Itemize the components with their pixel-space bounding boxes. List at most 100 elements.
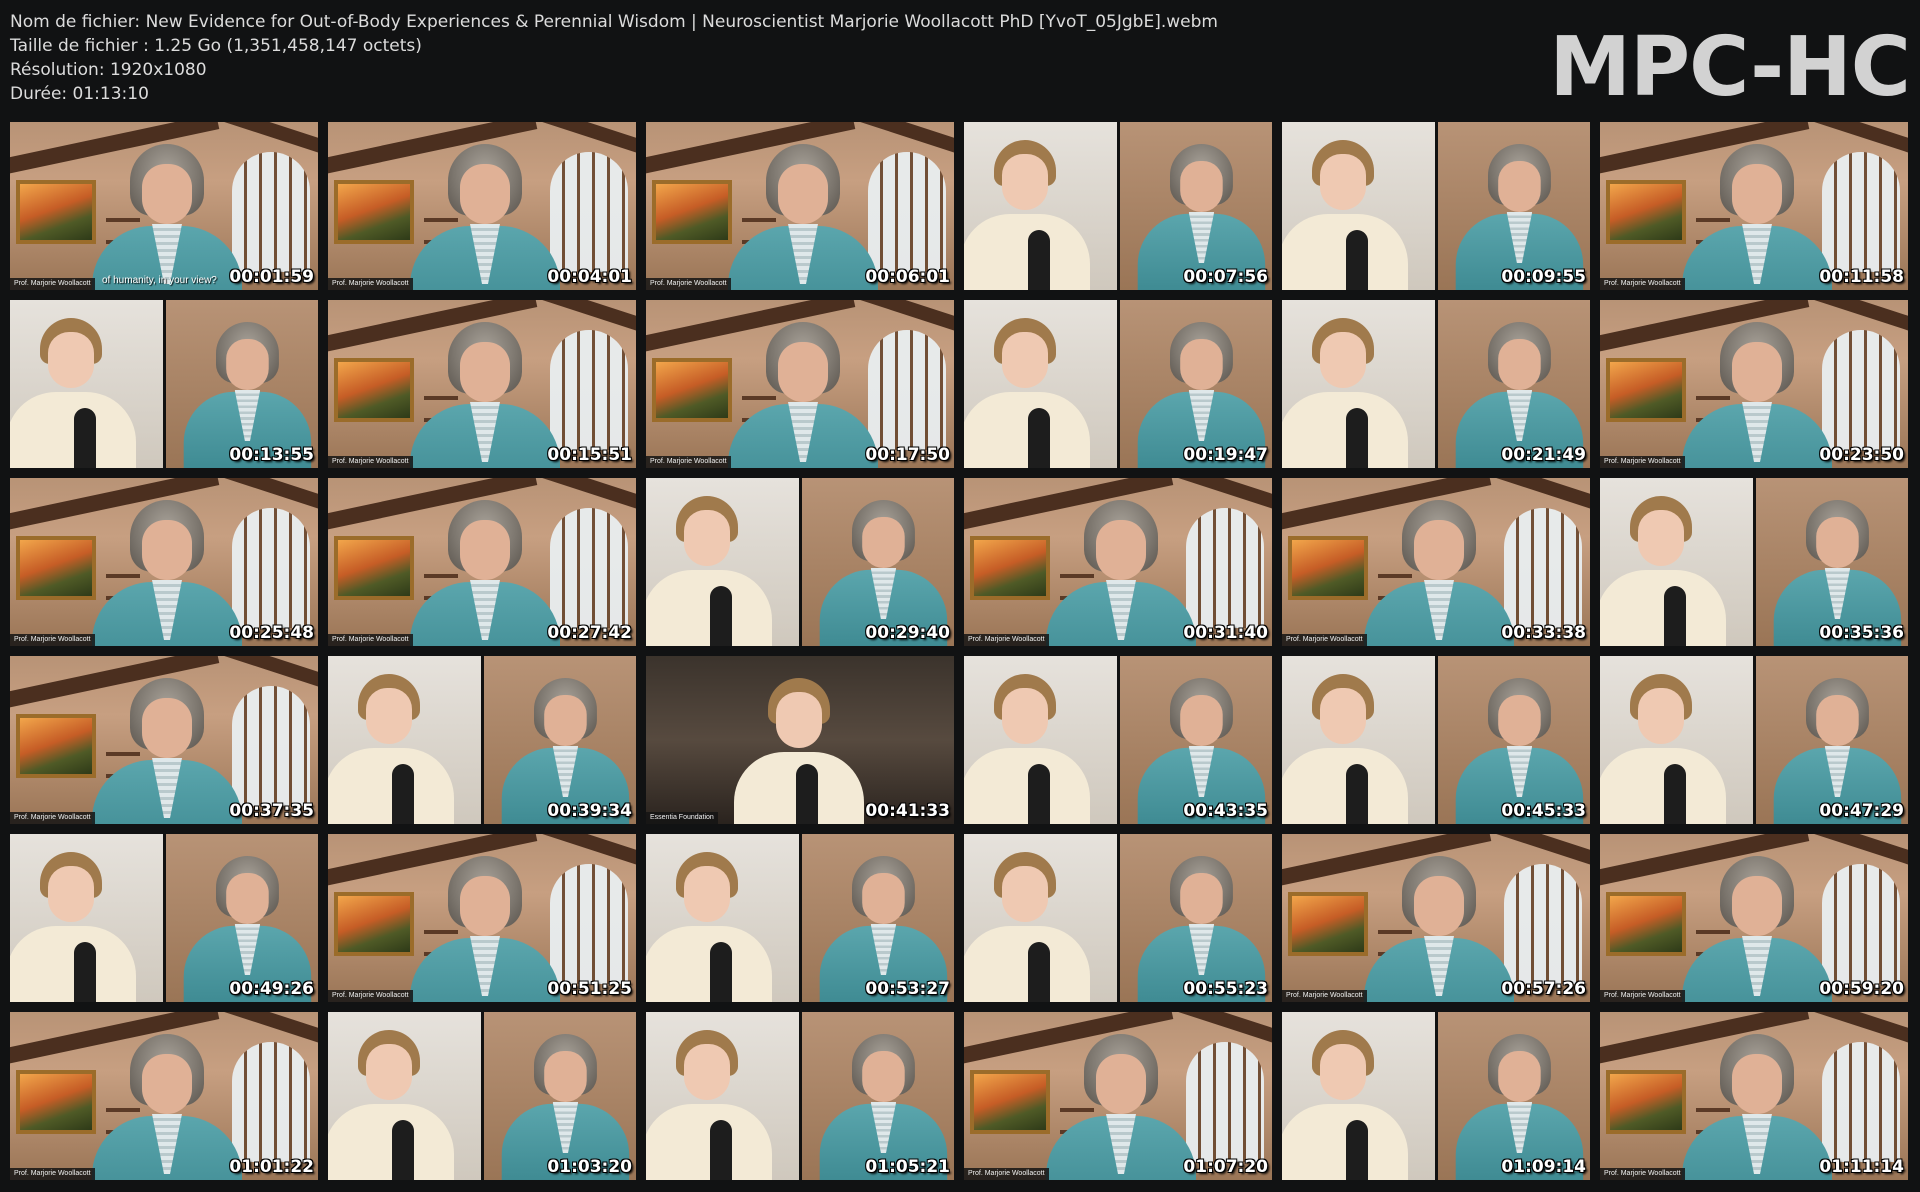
painting bbox=[970, 1070, 1050, 1134]
painting bbox=[16, 536, 96, 600]
lower-third-label: Prof. Marjorie Woollacott bbox=[1600, 456, 1685, 468]
video-thumbnail[interactable]: 00:21:49 bbox=[1282, 300, 1590, 468]
video-thumbnail[interactable]: Prof. Marjorie Woollacott 00:04:01 bbox=[328, 122, 636, 290]
file-size: Taille de fichier : 1.25 Go (1,351,458,1… bbox=[10, 36, 422, 56]
video-thumbnail[interactable]: 00:49:26 bbox=[10, 834, 318, 1002]
video-thumbnail[interactable]: Prof. Marjorie Woollacott 00:33:38 bbox=[1282, 478, 1590, 646]
video-thumbnail[interactable]: Prof. Marjorie Woollacott 00:17:50 bbox=[646, 300, 954, 468]
timestamp: 00:21:49 bbox=[1501, 445, 1586, 465]
split-scene bbox=[1282, 300, 1590, 468]
duration: Durée: 01:13:10 bbox=[10, 84, 149, 104]
video-thumbnail[interactable]: Prof. Marjorie Woollacott of humanity, in… bbox=[10, 122, 318, 290]
split-scene bbox=[964, 122, 1272, 290]
lower-third-label: Prof. Marjorie Woollacott bbox=[646, 456, 731, 468]
video-thumbnail[interactable]: Prof. Marjorie Woollacott 00:25:48 bbox=[10, 478, 318, 646]
resolution: Résolution: 1920x1080 bbox=[10, 60, 207, 80]
room-scene bbox=[1282, 834, 1590, 1002]
window bbox=[550, 864, 628, 984]
video-thumbnail[interactable]: Prof. Marjorie Woollacott 00:23:50 bbox=[1600, 300, 1908, 468]
video-thumbnail[interactable]: Prof. Marjorie Woollacott 01:01:22 bbox=[10, 1012, 318, 1180]
timestamp: 00:07:56 bbox=[1183, 267, 1268, 287]
window bbox=[1822, 1042, 1900, 1162]
timestamp: 00:01:59 bbox=[229, 267, 314, 287]
video-thumbnail[interactable]: Prof. Marjorie Woollacott 00:11:58 bbox=[1600, 122, 1908, 290]
timestamp: 01:11:14 bbox=[1819, 1157, 1904, 1177]
video-thumbnail[interactable]: Prof. Marjorie Woollacott 01:11:14 bbox=[1600, 1012, 1908, 1180]
video-thumbnail[interactable]: 00:39:34 bbox=[328, 656, 636, 824]
painting bbox=[16, 180, 96, 244]
window bbox=[1822, 864, 1900, 984]
painting bbox=[334, 536, 414, 600]
room-scene bbox=[328, 478, 636, 646]
microphone-icon bbox=[1028, 764, 1050, 824]
timestamp: 00:09:55 bbox=[1501, 267, 1586, 287]
microphone-icon bbox=[1028, 942, 1050, 1002]
video-thumbnail[interactable]: 00:35:36 bbox=[1600, 478, 1908, 646]
microphone-icon bbox=[74, 408, 96, 468]
painting bbox=[334, 892, 414, 956]
painting bbox=[652, 358, 732, 422]
microphone-icon bbox=[1664, 586, 1686, 646]
timestamp: 00:45:33 bbox=[1501, 801, 1586, 821]
room-scene bbox=[1600, 1012, 1908, 1180]
timestamp: 00:31:40 bbox=[1183, 623, 1268, 643]
lower-third-label: Prof. Marjorie Woollacott bbox=[10, 278, 95, 290]
video-thumbnail[interactable]: 00:43:35 bbox=[964, 656, 1272, 824]
room-scene bbox=[646, 122, 954, 290]
video-thumbnail[interactable]: 00:07:56 bbox=[964, 122, 1272, 290]
window bbox=[1186, 1042, 1264, 1162]
video-thumbnail[interactable]: 00:45:33 bbox=[1282, 656, 1590, 824]
timestamp: 00:15:51 bbox=[547, 445, 632, 465]
painting bbox=[970, 536, 1050, 600]
timestamp: 00:49:26 bbox=[229, 979, 314, 999]
video-thumbnail[interactable]: 01:03:20 bbox=[328, 1012, 636, 1180]
video-thumbnail[interactable]: 00:13:55 bbox=[10, 300, 318, 468]
window bbox=[232, 1042, 310, 1162]
timestamp: 01:07:20 bbox=[1183, 1157, 1268, 1177]
timestamp: 00:11:58 bbox=[1819, 267, 1904, 287]
painting bbox=[1606, 892, 1686, 956]
video-thumbnail[interactable]: Prof. Marjorie Woollacott 00:57:26 bbox=[1282, 834, 1590, 1002]
room-scene bbox=[964, 478, 1272, 646]
video-thumbnail[interactable]: Prof. Marjorie Woollacott 00:06:01 bbox=[646, 122, 954, 290]
video-thumbnail[interactable]: Prof. Marjorie Woollacott 00:37:35 bbox=[10, 656, 318, 824]
timestamp: 01:01:22 bbox=[229, 1157, 314, 1177]
video-thumbnail[interactable]: Prof. Marjorie Woollacott 00:59:20 bbox=[1600, 834, 1908, 1002]
video-thumbnail[interactable]: Essentia Foundation 00:41:33 bbox=[646, 656, 954, 824]
lower-third-label: Prof. Marjorie Woollacott bbox=[10, 1168, 95, 1180]
split-scene bbox=[646, 1012, 954, 1180]
lower-third-label: Prof. Marjorie Woollacott bbox=[328, 990, 413, 1002]
video-thumbnail[interactable]: Prof. Marjorie Woollacott 00:31:40 bbox=[964, 478, 1272, 646]
room-scene bbox=[10, 478, 318, 646]
painting bbox=[1606, 180, 1686, 244]
mpc-hc-logo: MPC-HC bbox=[1549, 20, 1911, 115]
video-thumbnail[interactable]: 00:47:29 bbox=[1600, 656, 1908, 824]
split-scene bbox=[964, 834, 1272, 1002]
video-thumbnail[interactable]: 00:29:40 bbox=[646, 478, 954, 646]
split-scene bbox=[646, 834, 954, 1002]
video-thumbnail[interactable]: 00:55:23 bbox=[964, 834, 1272, 1002]
video-thumbnail[interactable]: Prof. Marjorie Woollacott 00:51:25 bbox=[328, 834, 636, 1002]
lower-third-label: Prof. Marjorie Woollacott bbox=[964, 1168, 1049, 1180]
video-thumbnail[interactable]: Prof. Marjorie Woollacott 00:27:42 bbox=[328, 478, 636, 646]
video-thumbnail[interactable]: 01:05:21 bbox=[646, 1012, 954, 1180]
window bbox=[232, 686, 310, 806]
painting bbox=[1288, 536, 1368, 600]
video-thumbnail[interactable]: Prof. Marjorie Woollacott 00:15:51 bbox=[328, 300, 636, 468]
video-thumbnail[interactable]: 01:09:14 bbox=[1282, 1012, 1590, 1180]
lower-third-label: Prof. Marjorie Woollacott bbox=[1600, 278, 1685, 290]
video-thumbnail[interactable]: 00:09:55 bbox=[1282, 122, 1590, 290]
microphone-icon bbox=[710, 1120, 732, 1180]
split-scene bbox=[964, 300, 1272, 468]
thumbnail-grid: Prof. Marjorie Woollacott of humanity, in… bbox=[10, 122, 1914, 1180]
lower-third-label: Prof. Marjorie Woollacott bbox=[10, 812, 95, 824]
timestamp: 00:53:27 bbox=[865, 979, 950, 999]
video-thumbnail[interactable]: Prof. Marjorie Woollacott 01:07:20 bbox=[964, 1012, 1272, 1180]
timestamp: 00:39:34 bbox=[547, 801, 632, 821]
timestamp: 00:43:35 bbox=[1183, 801, 1268, 821]
video-thumbnail[interactable]: 00:53:27 bbox=[646, 834, 954, 1002]
microphone-icon bbox=[1346, 230, 1368, 290]
microphone-icon bbox=[74, 942, 96, 1002]
video-thumbnail[interactable]: 00:19:47 bbox=[964, 300, 1272, 468]
timestamp: 00:17:50 bbox=[865, 445, 950, 465]
